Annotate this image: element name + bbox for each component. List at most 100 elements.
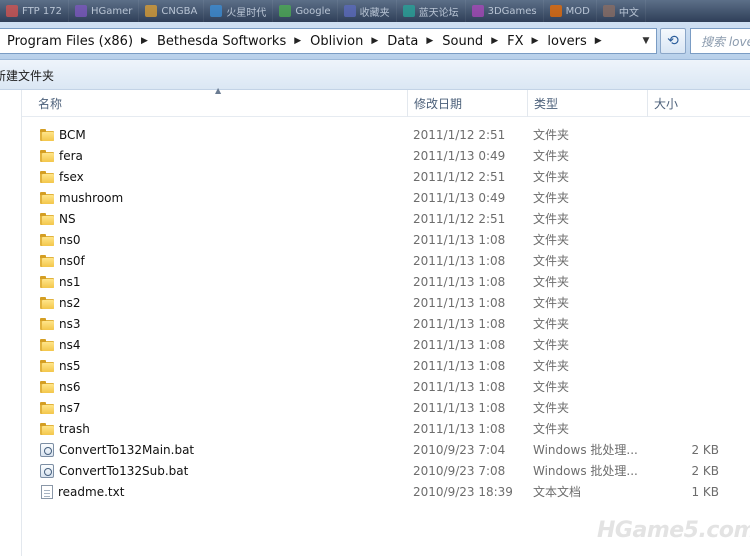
breadcrumb-item[interactable]: FX ▶ — [507, 34, 547, 49]
search-input[interactable]: 搜索 lovers — [690, 28, 750, 54]
file-name: ns7 — [59, 400, 81, 415]
file-name: fera — [59, 148, 83, 163]
file-name-cell: ns0 — [40, 233, 81, 247]
taskbar-item[interactable]: 收藏夹 — [338, 0, 397, 22]
file-type: 文件夹 — [533, 275, 570, 289]
folder-icon — [40, 212, 54, 225]
file-date: 2011/1/13 1:08 — [413, 400, 506, 415]
breadcrumb-label: Program Files (x86) — [7, 33, 134, 49]
file-type: 文件夹 — [533, 170, 570, 184]
app-icon — [210, 5, 223, 17]
file-date: 2011/1/13 1:08 — [413, 295, 506, 310]
chevron-right-icon[interactable]: ▶ — [371, 36, 378, 46]
file-type: 文件夹 — [533, 233, 570, 247]
refresh-button[interactable]: ⟲ — [660, 28, 686, 54]
file-row[interactable]: readme.txt 2010/9/23 18:39 文本文档 1 KB — [22, 481, 750, 502]
column-header-name[interactable]: 名称 — [32, 90, 62, 117]
file-name: BCM — [59, 127, 86, 142]
file-name-cell: readme.txt — [40, 484, 124, 499]
folder-icon — [40, 191, 54, 204]
file-type: 文件夹 — [533, 149, 570, 163]
file-name-cell: ns6 — [40, 380, 81, 394]
address-row: Program Files (x86) ▶ Bethesda Softworks ▶ O… — [0, 22, 750, 60]
taskbar-item[interactable]: CNGBA — [139, 0, 205, 22]
file-type: 文本文档 — [533, 485, 582, 499]
new-folder-button[interactable]: 新建文件夹 — [0, 67, 54, 84]
breadcrumb-item[interactable]: Data ▶ — [387, 34, 442, 49]
file-type: 文件夹 — [533, 380, 570, 394]
breadcrumb-label: Sound — [442, 33, 484, 49]
file-row[interactable]: ns2 2011/1/13 1:08 文件夹 — [22, 292, 750, 313]
chevron-right-icon[interactable]: ▶ — [426, 36, 433, 46]
file-row[interactable]: NS 2011/1/12 2:51 文件夹 — [22, 208, 750, 229]
file-row[interactable]: mushroom 2011/1/13 0:49 文件夹 — [22, 187, 750, 208]
breadcrumb-item[interactable]: Sound ▶ — [442, 34, 507, 49]
taskbar-item[interactable]: 3DGames — [466, 0, 544, 22]
sort-ascending-icon: ▲ — [215, 86, 222, 95]
file-name-cell: fera — [40, 149, 83, 163]
app-icon — [549, 5, 562, 17]
taskbar-strip: FTP 172 HGamer CNGBA 火星时代 Google 收藏夹 蓝天论坛 3DGam… — [0, 0, 750, 22]
taskbar-item[interactable]: 中文 — [597, 0, 646, 22]
file-size: 2 KB — [691, 442, 719, 457]
file-row[interactable]: trash 2011/1/13 1:08 文件夹 — [22, 418, 750, 439]
file-name: trash — [59, 421, 90, 436]
breadcrumb-item[interactable]: Bethesda Softworks ▶ — [157, 34, 310, 49]
taskbar-item[interactable]: Google — [273, 0, 338, 22]
file-date: 2011/1/13 1:08 — [413, 337, 506, 352]
breadcrumb-label: Bethesda Softworks — [156, 33, 287, 49]
taskbar-item[interactable]: FTP 172 — [0, 0, 69, 22]
taskbar-item[interactable]: MOD — [544, 0, 597, 22]
file-row[interactable]: fera 2011/1/13 0:49 文件夹 — [22, 145, 750, 166]
taskbar-item[interactable]: 蓝天论坛 — [397, 0, 466, 22]
chevron-right-icon[interactable]: ▶ — [595, 36, 602, 46]
file-date: 2011/1/13 1:08 — [413, 274, 506, 289]
file-row[interactable]: BCM 2011/1/12 2:51 文件夹 — [22, 124, 750, 145]
file-date: 2011/1/12 2:51 — [413, 169, 506, 184]
taskbar-item[interactable]: HGamer — [69, 0, 140, 22]
file-row[interactable]: ns4 2011/1/13 1:08 文件夹 — [22, 334, 750, 355]
file-row[interactable]: ns7 2011/1/13 1:08 文件夹 — [22, 397, 750, 418]
folder-icon — [40, 275, 54, 288]
file-row[interactable]: ConvertTo132Sub.bat 2010/9/23 7:08 Windows… — [22, 460, 750, 481]
file-name-cell: ns5 — [40, 359, 81, 373]
batch-file-icon — [40, 442, 54, 457]
file-name: ns5 — [59, 358, 81, 373]
file-row[interactable]: ConvertTo132Main.bat 2010/9/23 7:04 Window… — [22, 439, 750, 460]
breadcrumb-item[interactable]: Program Files (x86) ▶ — [7, 34, 157, 49]
command-toolbar: 新建文件夹 — [0, 60, 750, 90]
folder-icon — [40, 128, 54, 141]
file-date: 2011/1/13 0:49 — [413, 148, 506, 163]
file-row[interactable]: ns5 2011/1/13 1:08 文件夹 — [22, 355, 750, 376]
column-header-row: ▲ 名称 修改日期 类型 大小 — [22, 86, 750, 117]
breadcrumb-item[interactable]: lovers ▶ — [547, 34, 610, 49]
taskbar-item[interactable]: 火星时代 — [204, 0, 274, 22]
folder-icon — [40, 338, 54, 351]
file-row[interactable]: fsex 2011/1/12 2:51 文件夹 — [22, 166, 750, 187]
chevron-right-icon[interactable]: ▶ — [141, 36, 148, 46]
chevron-right-icon[interactable]: ▶ — [294, 36, 301, 46]
column-header-type[interactable]: 类型 — [527, 90, 647, 117]
refresh-icon: ⟲ — [667, 33, 679, 49]
file-row[interactable]: ns0f 2011/1/13 1:08 文件夹 — [22, 250, 750, 271]
breadcrumb-item[interactable]: Oblivion ▶ — [310, 34, 387, 49]
breadcrumb-label: FX — [507, 33, 524, 49]
file-date: 2010/9/23 18:39 — [413, 484, 513, 499]
chevron-down-icon: ▼ — [642, 36, 650, 46]
chevron-right-icon[interactable]: ▶ — [491, 36, 498, 46]
address-dropdown-button[interactable]: ▼ — [637, 30, 655, 52]
chevron-right-icon[interactable]: ▶ — [532, 36, 539, 46]
file-row[interactable]: ns0 2011/1/13 1:08 文件夹 — [22, 229, 750, 250]
file-row[interactable]: ns3 2011/1/13 1:08 文件夹 — [22, 313, 750, 334]
file-row[interactable]: ns1 2011/1/13 1:08 文件夹 — [22, 271, 750, 292]
taskbar-item-label: FTP 172 — [22, 5, 62, 17]
file-date: 2010/9/23 7:08 — [413, 463, 506, 478]
column-header-date[interactable]: 修改日期 — [407, 90, 527, 117]
breadcrumb[interactable]: Program Files (x86) ▶ Bethesda Softworks ▶ O… — [0, 28, 657, 54]
column-header-size[interactable]: 大小 — [647, 90, 727, 117]
breadcrumb-label: Oblivion — [310, 33, 364, 49]
folder-icon — [40, 296, 54, 309]
file-row[interactable]: ns6 2011/1/13 1:08 文件夹 — [22, 376, 750, 397]
folder-icon — [40, 380, 54, 393]
file-name: fsex — [59, 169, 84, 184]
